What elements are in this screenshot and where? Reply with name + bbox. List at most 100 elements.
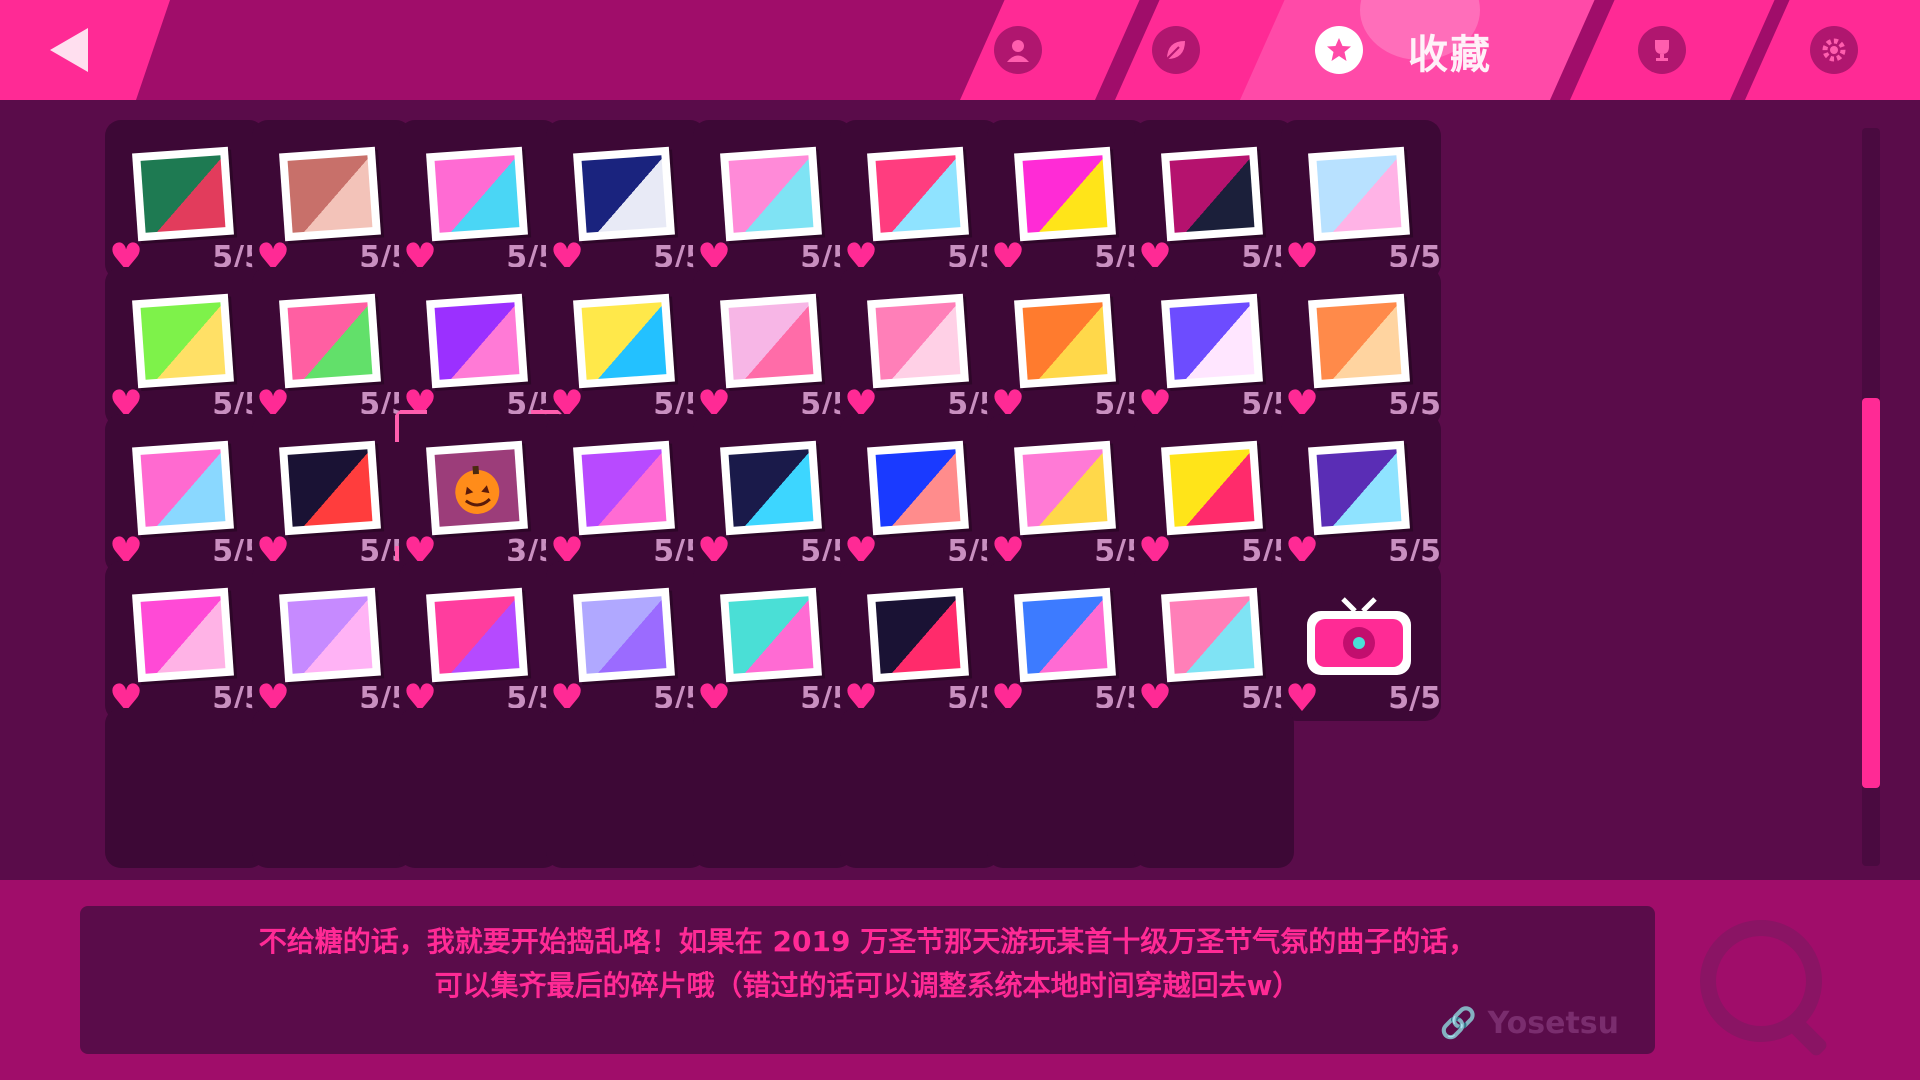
collection-item-art <box>1022 596 1108 674</box>
collection-item-art <box>287 596 373 674</box>
collection-item[interactable]: ♥ 5/5 <box>546 267 706 427</box>
collection-item-art <box>875 449 961 527</box>
collection-item-partial[interactable] <box>987 708 1147 868</box>
trophy-icon[interactable] <box>1638 26 1686 74</box>
collection-item-art <box>875 302 961 380</box>
collection-item-art <box>1169 449 1255 527</box>
collection-item[interactable]: ♥ 5/5 <box>105 561 265 721</box>
collection-item[interactable]: ♥ 5/5 <box>1281 120 1441 280</box>
collection-item[interactable]: ♥ 3/5 <box>395 410 563 578</box>
collection-item-image <box>279 587 381 683</box>
collection-item-image <box>867 293 969 389</box>
collection-item[interactable]: ♥ 5/5 <box>1134 561 1294 721</box>
collection-item-partial[interactable] <box>399 708 559 868</box>
collection-item-art <box>287 155 373 233</box>
collection-item-art <box>581 302 667 380</box>
collection-item[interactable]: ♥ 5/5 <box>105 267 265 427</box>
collection-item-image <box>573 587 675 683</box>
collection-item[interactable]: ♥ 5/5 <box>840 414 1000 574</box>
collection-item[interactable]: ♥ 5/5 <box>252 561 412 721</box>
collection-item-art <box>434 302 520 380</box>
collection-item-image <box>279 146 381 242</box>
collection-item-image <box>1014 146 1116 242</box>
tab-profile[interactable] <box>960 0 1140 100</box>
collection-item-art <box>287 302 373 380</box>
collection-item[interactable]: ♥ 5/5 <box>399 561 559 721</box>
collection-item-partial[interactable] <box>1134 708 1294 868</box>
collection-item-image <box>1308 440 1410 536</box>
gear-icon[interactable] <box>1810 26 1858 74</box>
collection-item[interactable]: ♥ 5/5 <box>546 561 706 721</box>
collection-item-art <box>434 155 520 233</box>
collection-item-art <box>1316 302 1402 380</box>
collection-item-art <box>728 155 814 233</box>
collection-item-image <box>1308 293 1410 389</box>
collection-item-art <box>140 155 226 233</box>
collection-item[interactable]: ♥ 5/5 <box>546 414 706 574</box>
profile-icon[interactable] <box>994 26 1042 74</box>
description-line-2: 可以集齐最后的碎片哦（错过的话可以调整系统本地时间穿越回去w） <box>434 969 1301 1002</box>
collection-item-partial[interactable] <box>693 708 853 868</box>
collection-item-image <box>720 587 822 683</box>
collection-item-image <box>720 146 822 242</box>
collection-item[interactable]: ♥ 5/5 <box>1134 120 1294 280</box>
collection-item[interactable]: ♥ 5/5 <box>105 120 265 280</box>
collection-item[interactable]: ♥ 5/5 <box>1281 414 1441 574</box>
collection-item[interactable]: ♥ 5/5 <box>693 561 853 721</box>
collection-item[interactable]: ♥ 5/5 <box>840 267 1000 427</box>
collection-item[interactable]: ♥ 5/5 <box>987 267 1147 427</box>
collection-item-art <box>287 449 373 527</box>
collection-item-art <box>434 449 520 527</box>
collection-item-image <box>1308 146 1410 242</box>
collection-item-image <box>573 293 675 389</box>
collection-item-count: 5/5 <box>1388 681 1441 716</box>
collection-item-art <box>1169 155 1255 233</box>
collection-item-art <box>728 449 814 527</box>
collection-item-art <box>434 596 520 674</box>
collection-item[interactable]: ♥ 5/5 <box>693 267 853 427</box>
collection-item-partial[interactable] <box>840 708 1000 868</box>
collection-item-partial[interactable] <box>546 708 706 868</box>
back-arrow-icon <box>50 28 88 72</box>
collection-item-image <box>426 146 528 242</box>
collection-item[interactable]: ♥ 5/5 <box>1134 414 1294 574</box>
scrollbar-thumb[interactable] <box>1862 398 1880 788</box>
collection-item[interactable]: ♥ 5/5 <box>987 414 1147 574</box>
collection-item-image <box>426 293 528 389</box>
collection-item-art <box>581 449 667 527</box>
collection-item-image <box>1014 587 1116 683</box>
star-icon[interactable] <box>1315 26 1363 74</box>
collection-item-art <box>140 449 226 527</box>
collection-item-partial[interactable] <box>105 708 265 868</box>
collection-item-image <box>573 146 675 242</box>
collection-item[interactable]: ♥ 5/5 <box>840 561 1000 721</box>
collection-item[interactable]: ♥ 5/5 <box>105 414 265 574</box>
collection-item[interactable]: ♥ 5/5 <box>693 120 853 280</box>
collection-item[interactable]: ♥ 5/5 <box>252 414 412 574</box>
collection-item-art <box>1169 302 1255 380</box>
collection-item-image <box>720 440 822 536</box>
collection-item[interactable]: ♥ 5/5 <box>546 120 706 280</box>
collection-item[interactable]: ♥ 5/5 <box>1281 561 1441 721</box>
collection-item-partial[interactable] <box>252 708 412 868</box>
collection-item[interactable]: ♥ 5/5 <box>399 120 559 280</box>
collection-item[interactable]: ♥ 5/5 <box>840 120 1000 280</box>
collection-item-image <box>1161 146 1263 242</box>
heart-icon: ♥ <box>1285 676 1320 720</box>
collection-item-art <box>1316 449 1402 527</box>
collection-item-art <box>875 596 961 674</box>
collection-item[interactable]: ♥ 5/5 <box>1134 267 1294 427</box>
leaf-icon[interactable] <box>1152 26 1200 74</box>
collection-item[interactable]: ♥ 5/5 <box>252 267 412 427</box>
collection-item[interactable]: ♥ 5/5 <box>987 120 1147 280</box>
collection-item[interactable]: ♥ 5/5 <box>1281 267 1441 427</box>
collection-item-art <box>1169 596 1255 674</box>
collection-item[interactable]: ♥ 5/5 <box>693 414 853 574</box>
collection-item-image <box>1014 440 1116 536</box>
collection-item[interactable]: ♥ 5/5 <box>987 561 1147 721</box>
back-button[interactable] <box>0 0 170 100</box>
collection-item-art <box>140 596 226 674</box>
collection-item[interactable]: ♥ 5/5 <box>252 120 412 280</box>
tab-favorites-label: 收藏 <box>1408 32 1492 78</box>
collection-item[interactable]: ♥ 5/5 <box>399 267 559 427</box>
